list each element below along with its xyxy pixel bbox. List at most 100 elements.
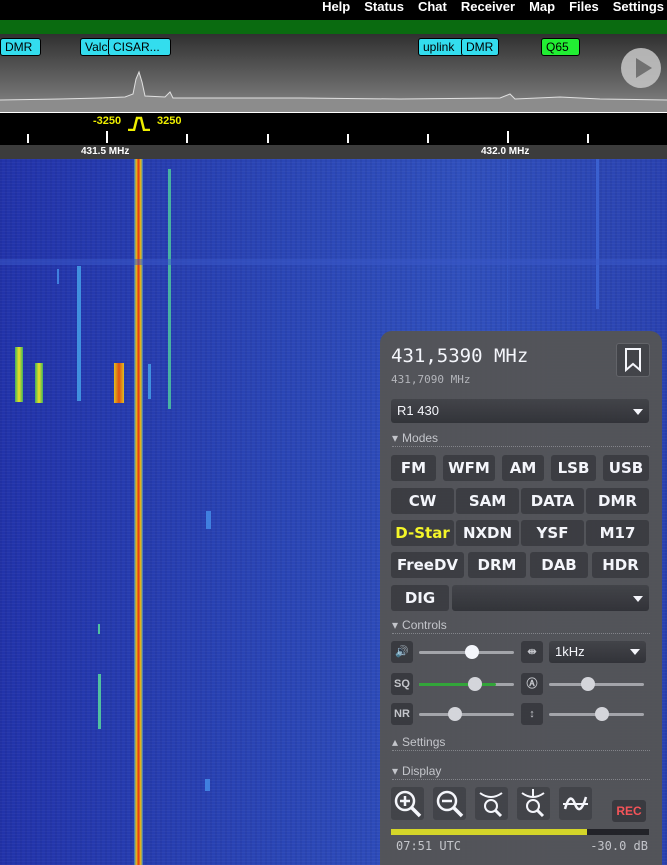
mode-dstar-button[interactable]: D-Star [391,520,454,546]
divider [392,779,650,780]
agc-icon[interactable]: Ⓐ [521,673,543,695]
mode-lsb-button[interactable]: LSB [551,455,596,481]
mode-dab-button[interactable]: DAB [530,552,588,578]
bandwidth-high: 3250 [157,115,182,127]
mode-dig-button[interactable]: DIG [391,585,449,611]
record-button[interactable]: REC [612,800,646,822]
squelch-slider[interactable] [419,677,514,691]
chevron-down-icon [633,409,643,415]
zoom-center-icon [521,789,545,818]
waterfall-signal [148,364,151,399]
section-display[interactable]: ▾ Display [392,764,441,778]
agc-slider[interactable] [549,677,644,691]
zoom-out-button[interactable] [433,787,466,820]
mode-wfm-button[interactable]: WFM [443,455,495,481]
step-select[interactable]: 1kHz [549,641,646,663]
divider [392,633,650,634]
freq-label: 431.5 MHz [81,146,130,157]
waterfall-signal [596,159,599,309]
main-menu: Help Status Chat Receiver Map Files Sett… [315,0,667,20]
waterfall-band [0,259,667,265]
waterfall-signal [15,347,23,402]
top-bar: Help Status Chat Receiver Map Files Sett… [0,0,667,20]
profile-select[interactable]: R1 430 [391,399,649,423]
menu-help[interactable]: Help [315,0,357,20]
bandwidth-low: -3250 [93,115,122,127]
bookmark-icon [625,348,641,372]
zoom-fit-button[interactable] [475,787,508,820]
waveform-button[interactable] [559,787,592,820]
section-settings[interactable]: ▴ Settings [392,735,445,749]
chevron-down-icon [633,596,643,602]
step-value: 1kHz [555,644,585,659]
bookmark-tag[interactable]: uplink [418,38,464,56]
bookmark-tag[interactable]: DMR [461,38,499,56]
nr-slider[interactable] [419,707,514,721]
profile-value: R1 430 [397,403,439,418]
waveform-icon [563,796,588,811]
scale-tick [507,131,509,143]
signal-meter [391,829,649,835]
mode-dmr-button[interactable]: DMR [586,488,649,514]
frequency-scale[interactable]: -3250 3250 [0,112,667,145]
menu-settings[interactable]: Settings [606,0,667,20]
zoom-in-icon [394,790,422,818]
mode-nxdn-button[interactable]: NXDN [456,520,519,546]
waterfall-signal [77,266,81,401]
receiver-panel: 431,5390 MHz 431,7090 MHz R1 430 ▾ Modes … [380,331,662,865]
mode-m17-button[interactable]: M17 [586,520,649,546]
waterfall-signal [168,169,171,409]
zoom-center-button[interactable] [517,787,550,820]
gain-slider[interactable] [549,707,644,721]
scale-tick [27,134,29,143]
volume-icon[interactable]: 🔊 [391,641,413,663]
mode-sam-button[interactable]: SAM [456,488,519,514]
zoom-fit-icon [479,792,503,818]
scale-tick [186,134,188,143]
mode-fm-button[interactable]: FM [391,455,436,481]
mode-hdr-button[interactable]: HDR [592,552,649,578]
scale-tick [587,134,589,143]
bookmark-tag[interactable]: CISAR... [108,38,171,56]
frequency-display[interactable]: 431,5390 MHz [391,345,528,367]
menu-chat[interactable]: Chat [411,0,454,20]
menu-map[interactable]: Map [522,0,562,20]
play-button[interactable] [621,48,661,88]
mode-am-button[interactable]: AM [502,455,544,481]
mode-data-button[interactable]: DATA [521,488,584,514]
section-modes[interactable]: ▾ Modes [392,431,438,445]
scale-tick [106,131,108,143]
passband-icon[interactable] [127,115,151,131]
status-bar [0,20,667,34]
volume-slider[interactable] [419,645,514,659]
waterfall-signal [206,511,211,529]
bookmark-tag[interactable]: DMR [0,38,41,56]
noise-reduction-icon[interactable]: NR [391,703,413,725]
mode-freedv-button[interactable]: FreeDV [391,552,464,578]
spectrum-display[interactable]: DMR Valc CISAR... uplink DMR Q65 [0,34,667,112]
bookmark-button[interactable] [616,343,650,377]
waterfall-signal [98,624,100,634]
mode-ysf-button[interactable]: YSF [521,520,584,546]
scale-tick [427,134,429,143]
digital-mode-select[interactable] [452,585,649,611]
mode-cw-button[interactable]: CW [391,488,454,514]
bookmark-tag[interactable]: Q65 [541,38,580,56]
chevron-down-icon [630,649,640,655]
zoom-in-button[interactable] [391,787,424,820]
waterfall-signal [35,363,43,403]
section-controls[interactable]: ▾ Controls [392,618,447,632]
mode-drm-button[interactable]: DRM [468,552,526,578]
utc-clock: 07:51 UTC [396,839,462,853]
scale-tick [267,134,269,143]
mode-usb-button[interactable]: USB [603,455,649,481]
zoom-out-icon [436,790,464,818]
gain-icon[interactable]: ↕ [521,703,543,725]
menu-files[interactable]: Files [562,0,606,20]
squelch-icon[interactable]: SQ [391,673,413,695]
menu-status[interactable]: Status [357,0,411,20]
signal-level: -30.0 dB [590,839,648,853]
menu-receiver[interactable]: Receiver [454,0,522,20]
bandwidth-icon[interactable]: ⇹ [521,641,543,663]
waterfall-signal [205,779,210,791]
